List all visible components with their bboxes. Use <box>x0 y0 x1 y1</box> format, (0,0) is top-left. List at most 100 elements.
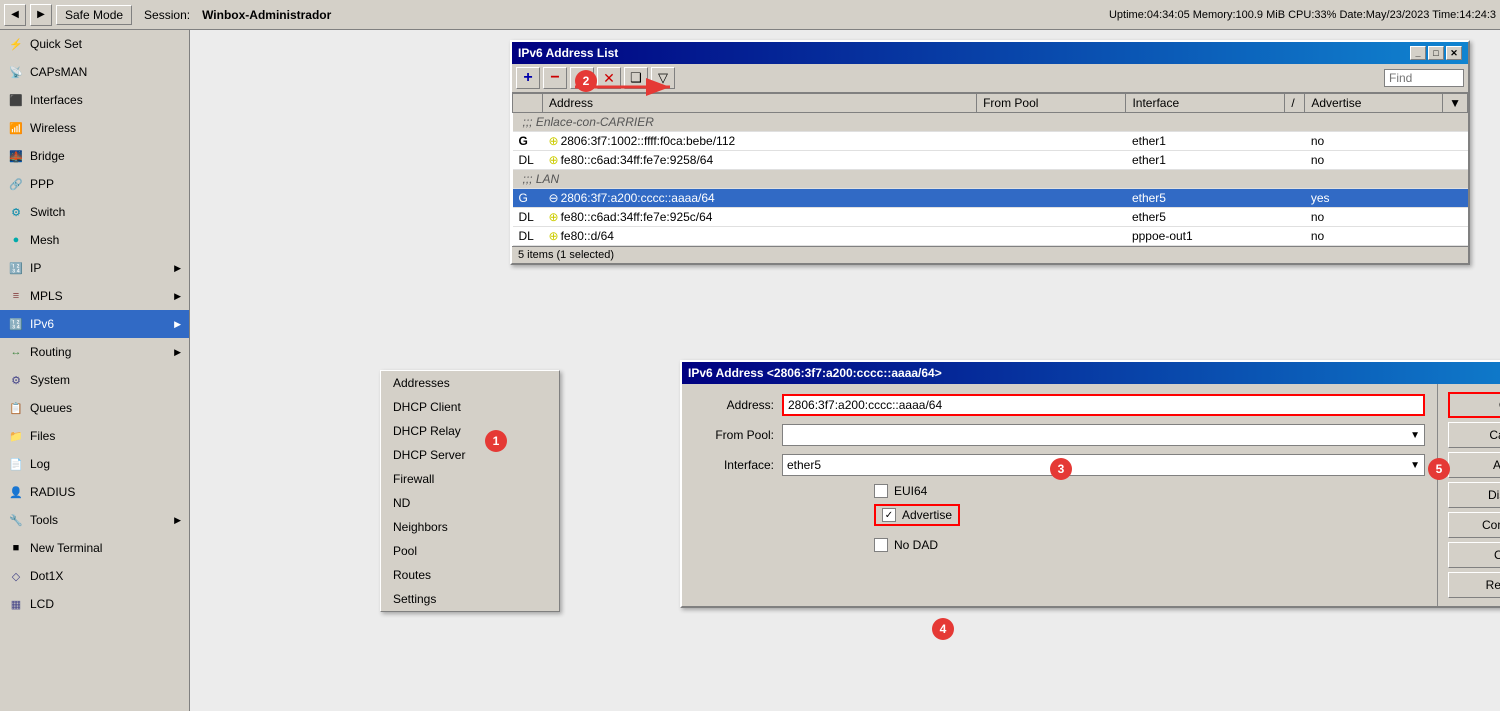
table-row-selected[interactable]: G ⊖2806:3f7:a200:cccc::aaaa/64 ether5 ye… <box>513 189 1468 208</box>
nodad-label: No DAD <box>894 538 938 552</box>
interface-arrow: ▼ <box>1410 460 1420 471</box>
forward-button[interactable]: ▶ <box>30 4 52 26</box>
section-lan: ;;; LAN <box>513 170 1468 189</box>
nodad-row: No DAD <box>874 538 1425 552</box>
sidebar-item-quickset[interactable]: ⚡ Quick Set <box>0 30 189 58</box>
find-input[interactable] <box>1384 69 1464 87</box>
mesh-icon: ● <box>8 232 24 248</box>
disable-button[interactable]: Disable <box>1448 482 1500 508</box>
sidebar-item-tools[interactable]: 🔧 Tools <box>0 506 189 534</box>
eui64-checkbox[interactable] <box>874 484 888 498</box>
row-flag: DL <box>513 151 543 170</box>
sidebar-item-switch[interactable]: ⚙ Switch <box>0 198 189 226</box>
row-frompool <box>977 151 1126 170</box>
row-interface: ether1 <box>1126 151 1285 170</box>
row-interface: ether1 <box>1126 132 1285 151</box>
submenu-dhcp-client[interactable]: DHCP Client <box>381 395 559 419</box>
ipv6-list-minimize[interactable]: _ <box>1410 46 1426 60</box>
ipv6-list-close[interactable]: ✕ <box>1446 46 1462 60</box>
sidebar-item-mesh[interactable]: ● Mesh <box>0 226 189 254</box>
radius-icon: 👤 <box>8 484 24 500</box>
submenu-dhcp-server[interactable]: DHCP Server <box>381 443 559 467</box>
sidebar-item-radius[interactable]: 👤 RADIUS <box>0 478 189 506</box>
section-carrier: ;;; Enlace-con-CARRIER <box>513 113 1468 132</box>
copy-btn[interactable]: Copy <box>1448 542 1500 568</box>
add-button[interactable]: + <box>516 67 540 89</box>
advertise-checkbox[interactable]: ✓ <box>882 508 896 522</box>
col-frompool[interactable]: From Pool <box>977 94 1126 113</box>
submenu-neighbors[interactable]: Neighbors <box>381 515 559 539</box>
sidebar-item-bridge[interactable]: 🌉 Bridge <box>0 142 189 170</box>
sidebar-item-interfaces[interactable]: ⬛ Interfaces <box>0 86 189 114</box>
sidebar-item-capsman[interactable]: 📡 CAPsMAN <box>0 58 189 86</box>
lcd-icon: ▦ <box>8 596 24 612</box>
row-frompool <box>977 132 1126 151</box>
remove-button[interactable]: Remove <box>1448 572 1500 598</box>
ppp-icon: 🔗 <box>8 176 24 192</box>
row-flag: G <box>513 132 543 151</box>
submenu-addresses[interactable]: Addresses <box>381 371 559 395</box>
sidebar-item-log[interactable]: 📄 Log <box>0 450 189 478</box>
table-row[interactable]: DL ⊕fe80::d/64 pppoe-out1 no <box>513 227 1468 246</box>
sidebar-item-queues[interactable]: 📋 Queues <box>0 394 189 422</box>
row-advertise: no <box>1305 132 1443 151</box>
table-row[interactable]: DL ⊕fe80::c6ad:34ff:fe7e:925c/64 ether5 … <box>513 208 1468 227</box>
sidebar-item-mpls[interactable]: ≡ MPLS <box>0 282 189 310</box>
nodad-checkbox[interactable] <box>874 538 888 552</box>
ok-button[interactable]: OK <box>1448 392 1500 418</box>
frompool-select[interactable]: ▼ <box>782 424 1425 446</box>
sidebar-item-system[interactable]: ⚙ System <box>0 366 189 394</box>
back-button[interactable]: ◀ <box>4 4 26 26</box>
table-row[interactable]: G ⊕2806:3f7:1002::ffff:f0ca:bebe/112 eth… <box>513 132 1468 151</box>
log-icon: 📄 <box>8 456 24 472</box>
sidebar-item-wireless[interactable]: 📶 Wireless <box>0 114 189 142</box>
row-flag: G <box>513 189 543 208</box>
sidebar-item-routing[interactable]: ↔ Routing <box>0 338 189 366</box>
address-input[interactable] <box>782 394 1425 416</box>
queues-icon: 📋 <box>8 400 24 416</box>
sidebar-item-lcd[interactable]: ▦ LCD <box>0 590 189 618</box>
submenu-firewall[interactable]: Firewall <box>381 467 559 491</box>
row-interface: ether5 <box>1126 189 1285 208</box>
sidebar: ⚡ Quick Set 📡 CAPsMAN ⬛ Interfaces 📶 Wir… <box>0 30 190 711</box>
sidebar-label-log: Log <box>30 457 50 471</box>
ipv6-address-table: Address From Pool Interface / Advertise … <box>512 93 1468 246</box>
comment-button[interactable]: Comment <box>1448 512 1500 538</box>
sidebar-item-ppp[interactable]: 🔗 PPP <box>0 170 189 198</box>
submenu-nd[interactable]: ND <box>381 491 559 515</box>
ipv6-list-maximize[interactable]: □ <box>1428 46 1444 60</box>
sidebar-label-switch: Switch <box>30 205 65 219</box>
sidebar-label-bridge: Bridge <box>30 149 65 163</box>
submenu-routes[interactable]: Routes <box>381 563 559 587</box>
safe-mode-button[interactable]: Safe Mode <box>56 5 132 25</box>
sidebar-item-dot1x[interactable]: ◇ Dot1X <box>0 562 189 590</box>
sidebar-label-ip: IP <box>30 261 41 275</box>
advertise-row: ✓ Advertise <box>874 504 960 526</box>
ipv6-edit-window: IPv6 Address <2806:3f7:a200:cccc::aaaa/6… <box>680 360 1500 608</box>
sidebar-item-files[interactable]: 📁 Files <box>0 422 189 450</box>
sidebar-label-system: System <box>30 373 70 387</box>
apply-button[interactable]: Apply <box>1448 452 1500 478</box>
submenu-pool[interactable]: Pool <box>381 539 559 563</box>
submenu-settings[interactable]: Settings <box>381 587 559 611</box>
switch-icon: ⚙ <box>8 204 24 220</box>
sidebar-label-wireless: Wireless <box>30 121 76 135</box>
terminal-icon: ■ <box>8 540 24 556</box>
wireless-icon: 📶 <box>8 120 24 136</box>
col-interface[interactable]: Interface <box>1126 94 1285 113</box>
row-frompool <box>977 189 1126 208</box>
remove-button[interactable]: − <box>543 67 567 89</box>
col-dropdown[interactable]: ▼ <box>1443 94 1468 113</box>
sidebar-label-interfaces: Interfaces <box>30 93 83 107</box>
col-advertise[interactable]: Advertise <box>1305 94 1443 113</box>
sidebar-item-ip[interactable]: 🔢 IP <box>0 254 189 282</box>
interface-select[interactable]: ether5 ▼ <box>782 454 1425 476</box>
cancel-button[interactable]: Cancel <box>1448 422 1500 448</box>
col-flag[interactable] <box>513 94 543 113</box>
sidebar-label-quickset: Quick Set <box>30 37 82 51</box>
table-row[interactable]: DL ⊕fe80::c6ad:34ff:fe7e:9258/64 ether1 … <box>513 151 1468 170</box>
submenu-dhcp-relay[interactable]: DHCP Relay <box>381 419 559 443</box>
sidebar-item-ipv6[interactable]: 🔢 IPv6 <box>0 310 189 338</box>
frompool-label: From Pool: <box>694 428 774 442</box>
sidebar-item-terminal[interactable]: ■ New Terminal <box>0 534 189 562</box>
